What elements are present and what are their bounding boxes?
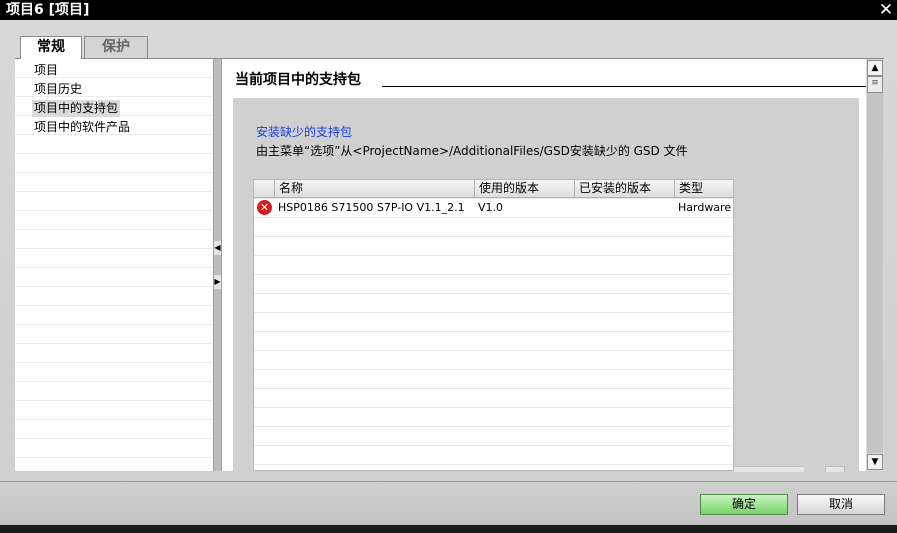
dialog-body: 常规 保护 项目 项目历史 项目中的支持包 项目中的软件产品 ◀ ▶ 当前项目中… — [0, 20, 897, 481]
cancel-button[interactable]: 取消 — [797, 494, 885, 515]
expand-right-icon[interactable]: ▶ — [214, 275, 221, 289]
column-header-installed-version[interactable]: 已安装的版本 — [574, 180, 674, 197]
tab-protection[interactable]: 保护 — [84, 36, 148, 58]
window-bottom-edge — [0, 525, 897, 533]
install-description: 由主菜单“选项”从<ProjectName>/AdditionalFiles/G… — [256, 144, 688, 158]
cell-name: HSP0186 S71500 S7P-IO V1.1_2.1 — [278, 201, 465, 214]
table-scroll-button[interactable] — [825, 466, 845, 472]
ok-button[interactable]: 确定 — [700, 494, 788, 515]
window-titlebar: 项目6 [项目] ✕ — [0, 0, 897, 20]
nav-tree: 项目 项目历史 项目中的支持包 项目中的软件产品 — [15, 59, 213, 471]
content-frame: 项目 项目历史 项目中的支持包 项目中的软件产品 ◀ ▶ 当前项目中的支持包 安… — [15, 58, 884, 472]
vertical-scrollbar[interactable]: ▲ ≡ ▼ — [866, 59, 884, 471]
pane-splitter[interactable]: ◀ ▶ — [213, 59, 222, 471]
support-package-table: 名称 使用的版本 已安装的版本 类型 ✕ HSP0186 S71500 S7P-… — [253, 179, 734, 471]
cell-installed-version — [574, 198, 678, 217]
nav-item-project-history[interactable]: 项目历史 — [32, 81, 84, 98]
section-title: 当前项目中的支持包 — [235, 71, 367, 89]
dialog-footer: 确定 取消 — [0, 481, 897, 526]
install-missing-link[interactable]: 安装缺少的支持包 — [256, 123, 352, 140]
error-icon: ✕ — [257, 200, 272, 215]
scroll-thumb[interactable]: ≡ — [867, 76, 883, 93]
table-header: 名称 使用的版本 已安装的版本 类型 — [254, 180, 733, 198]
close-icon[interactable]: ✕ — [877, 0, 895, 20]
column-header-used-version[interactable]: 使用的版本 — [474, 180, 574, 197]
cell-type: Hardware — [678, 201, 732, 214]
scroll-down-icon[interactable]: ▼ — [867, 454, 883, 470]
column-header-type[interactable]: 类型 — [674, 180, 733, 197]
support-package-panel: 安装缺少的支持包 由主菜单“选项”从<ProjectName>/Addition… — [233, 98, 859, 472]
window-title: 项目6 [项目] — [6, 2, 90, 18]
nav-item-project[interactable]: 项目 — [32, 62, 60, 79]
section-divider — [382, 86, 866, 87]
column-header-name[interactable]: 名称 — [274, 180, 474, 197]
tab-general[interactable]: 常规 — [20, 36, 82, 59]
scroll-track[interactable] — [867, 93, 883, 453]
right-pane: 当前项目中的支持包 安装缺少的支持包 由主菜单“选项”从<ProjectName… — [222, 59, 866, 472]
table-scrollbar-track[interactable] — [734, 466, 804, 472]
scroll-up-icon[interactable]: ▲ — [867, 60, 883, 76]
nav-item-software-products[interactable]: 项目中的软件产品 — [32, 119, 132, 136]
nav-item-support-packages[interactable]: 项目中的支持包 — [32, 100, 121, 117]
table-row[interactable]: ✕ HSP0186 S71500 S7P-IO V1.1_2.1 V1.0 Ha… — [254, 198, 733, 217]
collapse-left-icon[interactable]: ◀ — [214, 241, 221, 255]
cell-used-version: V1.0 — [478, 201, 504, 214]
